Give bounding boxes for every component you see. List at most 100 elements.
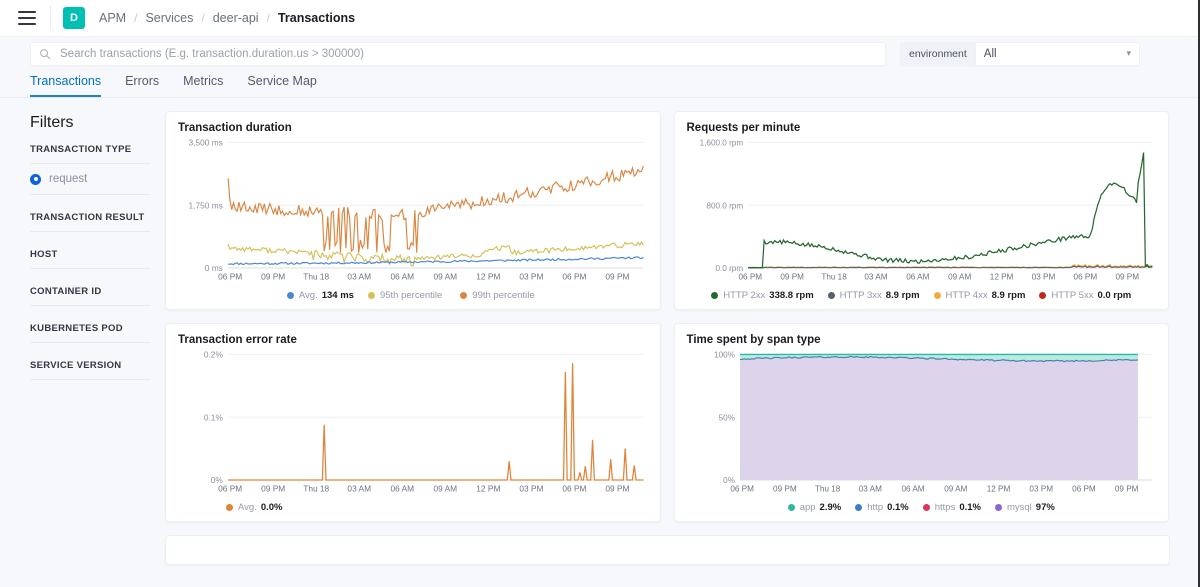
legend-item[interactable]: HTTP 2xx 338.8 rpm [711, 290, 814, 301]
svg-text:06 PM: 06 PM [1072, 484, 1096, 494]
legend-item[interactable]: HTTP 4xx 8.9 rpm [933, 290, 1026, 301]
legend-item[interactable]: Avg. 0.0% [226, 502, 283, 513]
breadcrumb-separator: / [134, 11, 138, 25]
filter-spacer [30, 306, 150, 323]
header-divider [50, 6, 51, 30]
tab-transactions[interactable]: Transactions [30, 74, 102, 97]
chart-legend: app 2.9% http 0.1% https 0.1% mysql 97% [687, 497, 1157, 513]
svg-text:09 AM: 09 AM [433, 272, 457, 282]
svg-text:12 PM: 12 PM [476, 484, 500, 494]
environment-value[interactable]: All ▾ [976, 43, 1139, 65]
filter-spacer [30, 343, 150, 360]
legend-color-dot [787, 504, 795, 511]
legend-label: 99th percentile [472, 290, 535, 301]
svg-text:09 AM: 09 AM [433, 484, 457, 494]
svg-text:12 PM: 12 PM [986, 484, 1010, 494]
hamburger-icon[interactable] [18, 11, 36, 25]
legend-label: Avg. [238, 502, 257, 513]
svg-text:06 AM: 06 AM [901, 484, 924, 494]
filter-option-label: request [49, 173, 88, 185]
search-icon [40, 48, 51, 59]
legend-item[interactable]: HTTP 5xx 0.0 rpm [1039, 290, 1131, 301]
svg-text:Thu 18: Thu 18 [814, 484, 840, 494]
filter-group-transaction-result[interactable]: TRANSACTION RESULT [30, 212, 150, 232]
legend-item[interactable]: Avg. 134 ms [286, 290, 354, 301]
legend-value: 0.1% [887, 502, 909, 513]
legend-item[interactable]: HTTP 3xx 8.9 rpm [827, 290, 920, 301]
legend-value: 0.1% [959, 502, 981, 513]
svg-text:03 PM: 03 PM [519, 272, 543, 282]
chart-requests-per-minute[interactable]: 0.0 rpm 800.0 rpm 1,600.0 rpm 06 PM 09 PM Thu… [687, 136, 1157, 285]
legend-item[interactable]: mysql 97% [994, 502, 1055, 513]
legend-item[interactable]: app 2.9% [787, 502, 842, 513]
svg-text:09 PM: 09 PM [773, 484, 797, 494]
panel-title: Transaction duration [178, 122, 292, 134]
chart-legend: HTTP 2xx 338.8 rpm HTTP 3xx 8.9 rpm HTTP… [687, 285, 1157, 301]
svg-text:06 PM: 06 PM [730, 484, 754, 494]
legend-color-dot [933, 292, 941, 299]
chart-transaction-duration[interactable]: 0 ms 1,750 ms 3,500 ms 06 PM 09 PM Thu 18 03 A… [178, 136, 648, 285]
svg-text:50%: 50% [718, 412, 735, 422]
svg-text:03 PM: 03 PM [1031, 272, 1055, 282]
chart-transaction-error-rate[interactable]: 0% 0.1% 0.2% 06 PM 09 PM Thu 18 03 AM 06 AM 09 A… [178, 348, 648, 497]
svg-text:06 PM: 06 PM [738, 272, 762, 282]
breadcrumb-item-service[interactable]: deer-api [213, 11, 259, 25]
svg-text:03 PM: 03 PM [1029, 484, 1053, 494]
svg-text:03 AM: 03 AM [347, 484, 371, 494]
legend-color-dot [711, 292, 719, 299]
legend-color-dot [460, 292, 468, 299]
svg-text:0.2%: 0.2% [204, 349, 224, 359]
legend-value: 134 ms [321, 290, 354, 301]
filter-option-request[interactable]: request [30, 164, 150, 195]
legend-color-dot [1039, 292, 1047, 299]
svg-text:09 AM: 09 AM [948, 272, 971, 282]
legend-color-dot [922, 504, 930, 511]
legend-label: HTTP 5xx [1051, 290, 1094, 301]
svg-text:03 PM: 03 PM [519, 484, 543, 494]
tab-errors[interactable]: Errors [125, 74, 159, 97]
filter-spacer [30, 195, 150, 212]
panel-time-spent-by-span-type: Time spent by span type 0% 50% 100% 06 PM 09… [673, 323, 1169, 522]
search-input[interactable] [58, 46, 877, 61]
legend-color-dot [367, 292, 375, 299]
legend-item[interactable]: 99th percentile [460, 290, 538, 301]
tab-metrics[interactable]: Metrics [183, 74, 223, 97]
legend-item[interactable]: https 0.1% [922, 502, 981, 513]
filter-group-service-version[interactable]: SERVICE VERSION [30, 360, 150, 380]
apm-transactions-page: D APM / Services / deer-api / Transactio… [0, 0, 1200, 587]
legend-value: 0.0 rpm [1097, 290, 1132, 301]
legend-item[interactable]: 95th percentile [367, 290, 446, 301]
panel-next-partial [165, 535, 1170, 565]
svg-text:09 PM: 09 PM [261, 272, 285, 282]
svg-text:06 AM: 06 AM [390, 484, 414, 494]
filter-spacer [30, 269, 150, 286]
svg-text:100%: 100% [714, 349, 735, 359]
breadcrumb-item-apm[interactable]: APM [99, 11, 126, 25]
environment-select[interactable]: environment All ▾ [900, 41, 1140, 66]
search-box[interactable] [30, 41, 886, 66]
legend-color-dot [827, 292, 835, 299]
app-logo[interactable]: D [63, 7, 85, 29]
chart-time-spent-by-span-type[interactable]: 0% 50% 100% 06 PM 09 PM Thu 18 03 AM 06 AM 09 AM… [687, 348, 1157, 497]
tab-service-map[interactable]: Service Map [247, 74, 316, 97]
filter-group-host[interactable]: HOST [30, 249, 150, 269]
chart-legend: Avg. 134 ms 95th percentile 99th percent… [178, 285, 648, 301]
panel-transaction-duration: Transaction duration 0 ms 1,750 ms 3,500 m… [165, 111, 661, 310]
svg-text:06 AM: 06 AM [390, 272, 414, 282]
svg-text:09 PM: 09 PM [780, 272, 804, 282]
svg-text:06 PM: 06 PM [1073, 272, 1097, 282]
filter-group-container-id[interactable]: CONTAINER ID [30, 286, 150, 306]
filter-group-transaction-type[interactable]: TRANSACTION TYPE [30, 144, 150, 164]
svg-text:1,750 ms: 1,750 ms [189, 200, 223, 210]
breadcrumb-item-transactions: Transactions [277, 11, 356, 25]
svg-text:1,600.0 rpm: 1,600.0 rpm [699, 137, 743, 147]
chevron-down-icon: ▾ [1126, 48, 1131, 58]
filter-group-kubernetes-pod[interactable]: KUBERNETES POD [30, 323, 150, 343]
legend-item[interactable]: http 0.1% [855, 502, 909, 513]
svg-text:800.0 rpm: 800.0 rpm [706, 200, 743, 210]
legend-value: 2.9% [819, 502, 842, 513]
radio-selected-icon[interactable] [30, 173, 41, 185]
legend-value: 0.0% [260, 502, 283, 513]
legend-value: 8.9 rpm [991, 290, 1026, 301]
breadcrumb-item-services[interactable]: Services [145, 11, 193, 25]
